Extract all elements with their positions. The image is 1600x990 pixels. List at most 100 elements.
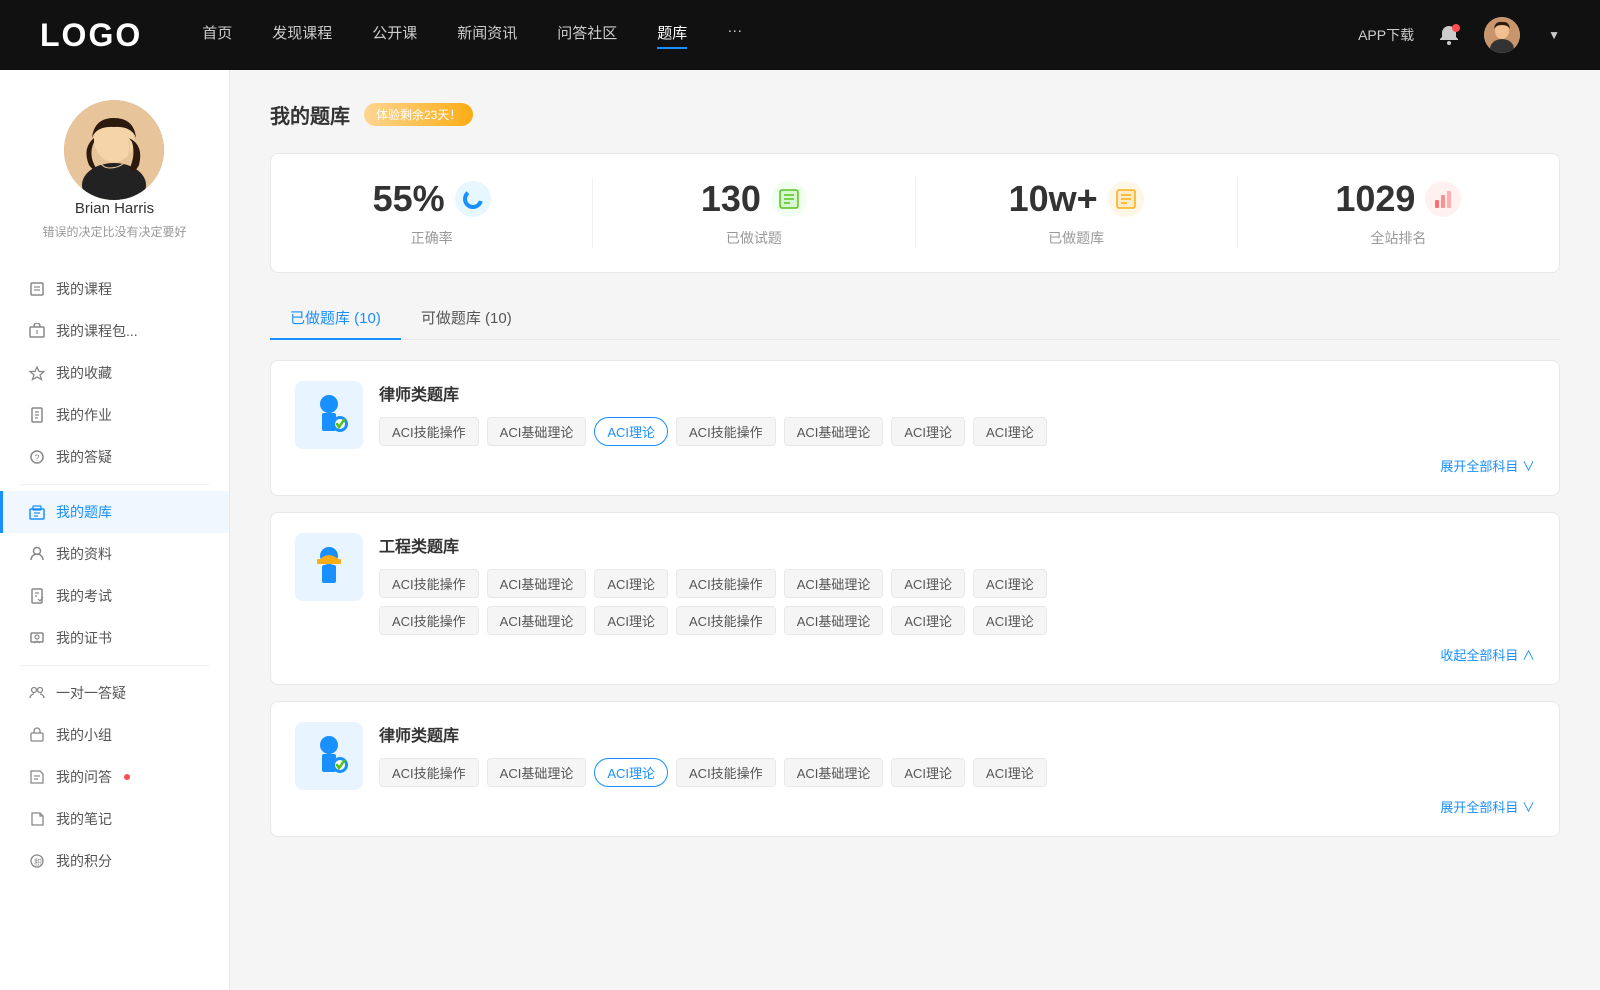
avatar[interactable]: [1484, 17, 1520, 53]
tag-2-7[interactable]: ACI技能操作: [379, 606, 479, 635]
package-icon: [28, 322, 46, 340]
tag-3-3[interactable]: ACI技能操作: [676, 758, 776, 787]
sidebar: Brian Harris 错误的决定比没有决定要好 我的课程 我的课程包...: [0, 70, 230, 990]
qbank-content-1: 律师类题库 ACI技能操作 ACI基础理论 ACI理论 ACI技能操作 ACI基…: [379, 381, 1535, 475]
profile-avatar[interactable]: [64, 100, 164, 200]
page-header: 我的题库 体验剩余23天！: [270, 100, 1560, 129]
expand-1[interactable]: 展开全部科目 ∨: [379, 456, 1535, 475]
bank-icon: [28, 503, 46, 521]
tag-2-13[interactable]: ACI理论: [973, 606, 1047, 635]
layout: Brian Harris 错误的决定比没有决定要好 我的课程 我的课程包...: [0, 70, 1600, 990]
tag-2-5[interactable]: ACI理论: [891, 569, 965, 598]
tag-1-2[interactable]: ACI理论: [594, 417, 668, 446]
sidebar-label-questions: 我的问答: [56, 767, 112, 787]
nav-mooc[interactable]: 公开课: [372, 22, 417, 49]
tag-2-11[interactable]: ACI基础理论: [784, 606, 884, 635]
nav-discover[interactable]: 发现课程: [272, 22, 332, 49]
sidebar-item-myqa[interactable]: ? 我的答疑: [0, 436, 229, 478]
stat-label-rate: 正确率: [411, 228, 453, 248]
lawyer-icon: [304, 390, 354, 440]
app-download-button[interactable]: APP下载: [1358, 25, 1414, 45]
nav-qa[interactable]: 问答社区: [557, 22, 617, 49]
tag-2-0[interactable]: ACI技能操作: [379, 569, 479, 598]
sidebar-label-cert: 我的证书: [56, 628, 112, 648]
sidebar-item-exam[interactable]: 我的考试: [0, 575, 229, 617]
navbar: LOGO 首页 发现课程 公开课 新闻资讯 问答社区 题库 ··· APP下载 …: [0, 0, 1600, 70]
profile-name: Brian Harris: [75, 200, 154, 217]
sidebar-divider-1: [20, 484, 209, 485]
tag-2-6[interactable]: ACI理论: [973, 569, 1047, 598]
tab-available[interactable]: 可做题库 (10): [401, 297, 532, 340]
stat-value-rank: 1029: [1335, 178, 1415, 220]
tag-1-5[interactable]: ACI理论: [891, 417, 965, 446]
tag-3-1[interactable]: ACI基础理论: [487, 758, 587, 787]
tab-done[interactable]: 已做题库 (10): [270, 297, 401, 340]
nav-more[interactable]: ···: [727, 22, 742, 49]
stat-value-banks: 10w+: [1009, 178, 1098, 220]
sidebar-label-profile: 我的资料: [56, 544, 112, 564]
sidebar-item-package[interactable]: 我的课程包...: [0, 310, 229, 352]
tag-2-3[interactable]: ACI技能操作: [676, 569, 776, 598]
stat-done-banks: 10w+ 已做题库: [916, 178, 1238, 248]
sidebar-item-qbank[interactable]: 我的题库: [0, 491, 229, 533]
sidebar-item-points[interactable]: 积 我的积分: [0, 840, 229, 882]
tag-2-2[interactable]: ACI理论: [594, 569, 668, 598]
qbank-content-3: 律师类题库 ACI技能操作 ACI基础理论 ACI理论 ACI技能操作 ACI基…: [379, 722, 1535, 816]
cert-icon: [28, 629, 46, 647]
qbank-card-3: 律师类题库 ACI技能操作 ACI基础理论 ACI理论 ACI技能操作 ACI基…: [270, 701, 1560, 837]
sidebar-item-group[interactable]: 我的小组: [0, 714, 229, 756]
tags-row-2b: ACI技能操作 ACI基础理论 ACI理论 ACI技能操作 ACI基础理论 AC…: [379, 606, 1535, 635]
sidebar-item-notes[interactable]: 我的笔记: [0, 798, 229, 840]
qbank-title-1: 律师类题库: [379, 381, 1535, 405]
sidebar-item-one2one[interactable]: 一对一答疑: [0, 672, 229, 714]
tag-2-8[interactable]: ACI基础理论: [487, 606, 587, 635]
qbank-content-2: 工程类题库 ACI技能操作 ACI基础理论 ACI理论 ACI技能操作 ACI基…: [379, 533, 1535, 664]
tag-3-5[interactable]: ACI理论: [891, 758, 965, 787]
sidebar-item-course[interactable]: 我的课程: [0, 268, 229, 310]
tag-1-1[interactable]: ACI基础理论: [487, 417, 587, 446]
tag-2-10[interactable]: ACI技能操作: [676, 606, 776, 635]
banks-icon-wrapper: [1108, 181, 1144, 217]
group-icon: [28, 726, 46, 744]
sidebar-item-profile[interactable]: 我的资料: [0, 533, 229, 575]
qbank-title-2: 工程类题库: [379, 533, 1535, 557]
lawyer-icon-2: [304, 731, 354, 781]
star-icon: [28, 364, 46, 382]
collapse-2[interactable]: 收起全部科目 ∧: [379, 645, 1535, 664]
tags-row-1: ACI技能操作 ACI基础理论 ACI理论 ACI技能操作 ACI基础理论 AC…: [379, 417, 1535, 446]
stat-value-rate: 55%: [373, 178, 445, 220]
tag-3-2[interactable]: ACI理论: [594, 758, 668, 787]
logo[interactable]: LOGO: [40, 17, 142, 54]
sidebar-item-favorites[interactable]: 我的收藏: [0, 352, 229, 394]
tag-3-6[interactable]: ACI理论: [973, 758, 1047, 787]
sidebar-item-cert[interactable]: 我的证书: [0, 617, 229, 659]
tag-3-0[interactable]: ACI技能操作: [379, 758, 479, 787]
profile-icon: [28, 545, 46, 563]
donut-icon: [462, 188, 484, 210]
tag-1-3[interactable]: ACI技能操作: [676, 417, 776, 446]
expand-3[interactable]: 展开全部科目 ∨: [379, 797, 1535, 816]
tag-1-0[interactable]: ACI技能操作: [379, 417, 479, 446]
sidebar-menu: 我的课程 我的课程包... 我的收藏 我的作业: [0, 260, 229, 890]
tag-1-6[interactable]: ACI理论: [973, 417, 1047, 446]
nav-links: 首页 发现课程 公开课 新闻资讯 问答社区 题库 ···: [202, 22, 1358, 49]
tag-2-9[interactable]: ACI理论: [594, 606, 668, 635]
questions-badge: [124, 774, 130, 780]
rate-icon-wrapper: [455, 181, 491, 217]
tags-row-3: ACI技能操作 ACI基础理论 ACI理论 ACI技能操作 ACI基础理论 AC…: [379, 758, 1535, 787]
profile-section: Brian Harris 错误的决定比没有决定要好: [26, 70, 202, 260]
nav-news[interactable]: 新闻资讯: [457, 22, 517, 49]
tag-1-4[interactable]: ACI基础理论: [784, 417, 884, 446]
tag-3-4[interactable]: ACI基础理论: [784, 758, 884, 787]
sidebar-item-homework[interactable]: 我的作业: [0, 394, 229, 436]
bell-button[interactable]: [1438, 24, 1460, 46]
nav-home[interactable]: 首页: [202, 22, 232, 49]
nav-qbank[interactable]: 题库: [657, 22, 687, 49]
user-dropdown-icon[interactable]: ▼: [1548, 28, 1560, 42]
qbank-icon-wrapper-3: [295, 722, 363, 790]
tag-2-1[interactable]: ACI基础理论: [487, 569, 587, 598]
stat-label-rank: 全站排名: [1370, 228, 1426, 248]
tag-2-4[interactable]: ACI基础理论: [784, 569, 884, 598]
tag-2-12[interactable]: ACI理论: [891, 606, 965, 635]
sidebar-item-questions[interactable]: 我的问答: [0, 756, 229, 798]
